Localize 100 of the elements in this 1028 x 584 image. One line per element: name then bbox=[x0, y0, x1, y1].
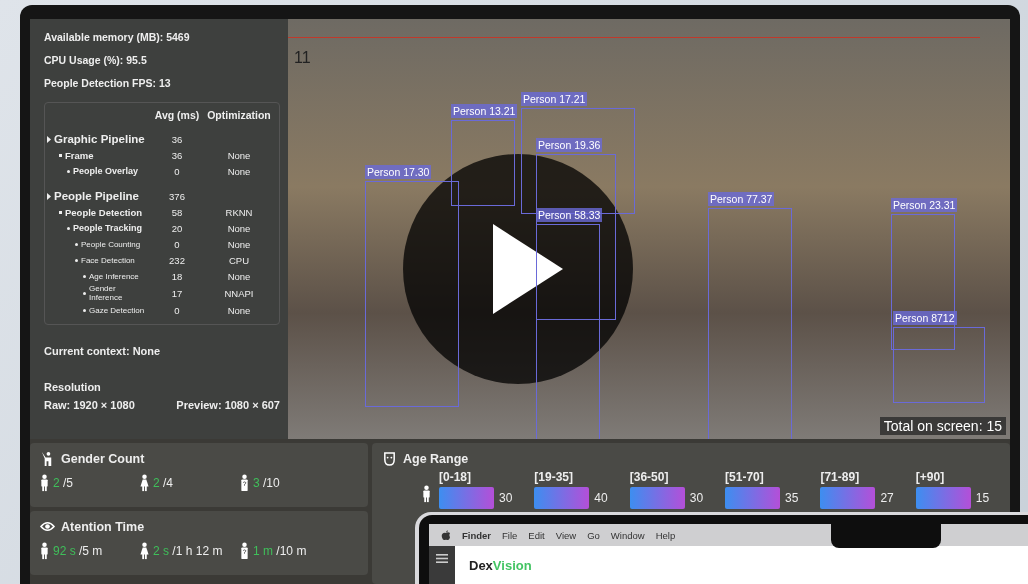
avg-ms-value: 17 bbox=[170, 287, 184, 299]
bullet-icon bbox=[67, 226, 70, 230]
male-person-icon bbox=[40, 474, 49, 492]
optimization-value: CPU bbox=[227, 254, 251, 266]
age-bar bbox=[629, 487, 685, 509]
count-value: 2 /4 bbox=[153, 476, 174, 490]
optimization-value: None bbox=[226, 165, 252, 177]
count-value: 1 m /10 m bbox=[253, 544, 307, 558]
menu-item[interactable]: Window bbox=[610, 529, 645, 541]
pipeline-stage-name: People Pipeline bbox=[54, 190, 139, 202]
menu-item[interactable]: File bbox=[502, 529, 518, 541]
unknown-person-icon bbox=[240, 542, 249, 560]
avg-ms-value: 376 bbox=[168, 190, 186, 202]
optimization-value: None bbox=[226, 238, 252, 250]
count-value: 2 /5 bbox=[53, 476, 74, 490]
age-bin-label: [36-50] bbox=[629, 470, 670, 484]
age-bar bbox=[725, 487, 781, 509]
pipeline-stage-name: Gaze Detection bbox=[89, 305, 145, 315]
avg-ms-value: 232 bbox=[168, 254, 186, 266]
card-title: Gender Count bbox=[61, 451, 145, 466]
bullet-icon bbox=[75, 242, 78, 246]
age-bin-count: 30 bbox=[689, 491, 704, 505]
raw-resolution: Raw: 1920 × 1080 bbox=[44, 399, 135, 411]
face-icon bbox=[382, 451, 397, 466]
age-bar bbox=[915, 487, 971, 509]
caret-icon bbox=[47, 192, 51, 200]
male-person-icon bbox=[40, 542, 49, 560]
apple-logo-icon[interactable] bbox=[441, 529, 451, 541]
detection-label: Person 58.33 bbox=[536, 208, 603, 222]
pipeline-stage-name: People Overlay bbox=[73, 166, 139, 176]
age-bin-label: [51-70] bbox=[725, 470, 765, 484]
total-on-screen: Total on screen: 15 bbox=[879, 417, 1006, 435]
optimization-value: None bbox=[226, 149, 252, 161]
detection-label: Person 77.37 bbox=[708, 192, 775, 206]
bullet-icon bbox=[83, 308, 86, 312]
avg-ms-value: 0 bbox=[173, 238, 181, 250]
bullet-icon bbox=[75, 258, 78, 262]
female-person-icon bbox=[140, 542, 149, 560]
column-header: Avg (ms) bbox=[153, 109, 201, 121]
age-bin-count: 35 bbox=[785, 491, 799, 505]
bullet-icon bbox=[83, 274, 86, 278]
app-logo: DexVision bbox=[468, 557, 532, 575]
menu-item[interactable]: Edit bbox=[528, 529, 545, 541]
avg-ms-value: 0 bbox=[173, 165, 181, 177]
menu-item[interactable]: Help bbox=[655, 529, 676, 541]
bullet-icon bbox=[59, 153, 62, 157]
avg-ms-value: 18 bbox=[170, 270, 184, 282]
column-header: Optimization bbox=[206, 109, 272, 121]
count-value: 92 s /5 m bbox=[53, 544, 103, 558]
detection-label: Person 23.31 bbox=[891, 198, 958, 212]
detection-label: Person 17.21 bbox=[521, 92, 588, 106]
female-person-icon bbox=[140, 474, 149, 492]
optimization-value: None bbox=[226, 270, 252, 282]
age-bar bbox=[439, 487, 494, 509]
optimization-value: RKNN bbox=[224, 206, 254, 218]
unknown-person-icon bbox=[240, 474, 249, 492]
pipeline-stage-name: Graphic Pipeline bbox=[54, 133, 145, 145]
pipeline-stage-name: People Detection bbox=[65, 206, 143, 218]
avg-ms-value: 20 bbox=[170, 222, 184, 234]
pipeline-stage-name: Age Inference bbox=[89, 271, 139, 281]
optimization-value: None bbox=[226, 222, 252, 234]
detection-label: Person 17.30 bbox=[365, 165, 432, 179]
bullet-icon bbox=[67, 169, 70, 173]
pipeline-stage-name: Face Detection bbox=[81, 255, 135, 265]
preview-resolution: Preview: 1080 × 607 bbox=[176, 399, 280, 411]
male-person-icon bbox=[422, 485, 431, 503]
pipeline-stage-name: People Counting bbox=[81, 239, 141, 249]
detection-label: Person 8712 bbox=[893, 311, 957, 325]
age-bin-count: 30 bbox=[499, 491, 513, 505]
menu-icon[interactable] bbox=[436, 554, 448, 563]
frame-number: 11 bbox=[294, 49, 311, 67]
bullet-icon bbox=[83, 291, 86, 295]
count-value: 3 /10 bbox=[253, 476, 280, 490]
avg-ms-value: 58 bbox=[170, 206, 184, 218]
menu-item[interactable]: Finder bbox=[462, 529, 492, 541]
play-button[interactable] bbox=[403, 154, 633, 384]
bullet-icon bbox=[59, 210, 62, 214]
current-context: Current context: None bbox=[44, 345, 162, 357]
menu-item[interactable]: Go bbox=[587, 529, 600, 541]
age-bin-count: 40 bbox=[594, 491, 608, 505]
stat-line: Available memory (MB): 5469 bbox=[44, 31, 191, 43]
stat-line: People Detection FPS: 13 bbox=[44, 77, 172, 89]
card-title: Age Range bbox=[403, 451, 469, 466]
menu-item[interactable]: View bbox=[555, 529, 577, 541]
age-bin-label: [+90] bbox=[915, 470, 946, 484]
caret-icon bbox=[47, 135, 51, 143]
avg-ms-value: 36 bbox=[170, 133, 184, 145]
optimization-value: NNAPI bbox=[223, 287, 255, 299]
age-bin-label: [0-18] bbox=[439, 470, 472, 484]
count-value: 2 s /1 h 12 m bbox=[153, 544, 223, 558]
age-bin-label: [19-35] bbox=[534, 470, 575, 484]
pipeline-stage-name: People Tracking bbox=[73, 223, 143, 233]
eye-icon bbox=[40, 519, 55, 534]
resolution-title: Resolution bbox=[44, 381, 102, 393]
card-title: Atention Time bbox=[61, 519, 145, 534]
age-bar bbox=[820, 487, 876, 509]
age-bar bbox=[534, 487, 590, 509]
avg-ms-value: 36 bbox=[170, 149, 184, 161]
pipeline-stage-name: Gender Inference bbox=[89, 284, 124, 302]
optimization-value: None bbox=[226, 304, 252, 316]
